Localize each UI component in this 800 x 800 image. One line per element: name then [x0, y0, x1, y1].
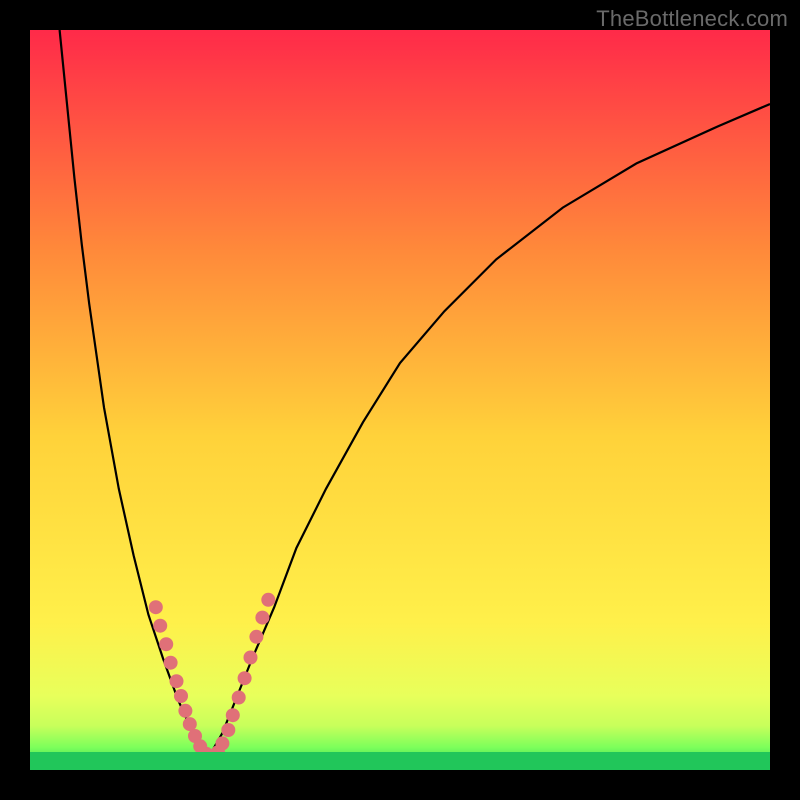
marker-dot	[170, 674, 184, 688]
marker-dot	[226, 708, 240, 722]
marker-dot	[221, 723, 235, 737]
marker-dot	[238, 671, 252, 685]
marker-dot	[153, 619, 167, 633]
curve-right-arm	[208, 104, 770, 759]
curve-left-arm	[60, 30, 208, 759]
marker-group	[149, 593, 275, 765]
marker-dot	[261, 593, 275, 607]
marker-dot	[215, 736, 229, 750]
curve-layer	[30, 30, 770, 770]
marker-dot	[255, 611, 269, 625]
plot-frame	[30, 30, 770, 770]
marker-dot	[249, 630, 263, 644]
marker-dot	[174, 689, 188, 703]
marker-dot	[149, 600, 163, 614]
watermark-text: TheBottleneck.com	[596, 6, 788, 32]
marker-dot	[164, 656, 178, 670]
marker-dot	[183, 717, 197, 731]
marker-dot	[244, 651, 258, 665]
marker-dot	[232, 691, 246, 705]
marker-dot	[178, 704, 192, 718]
marker-dot	[159, 637, 173, 651]
bottom-green-band	[30, 752, 770, 770]
